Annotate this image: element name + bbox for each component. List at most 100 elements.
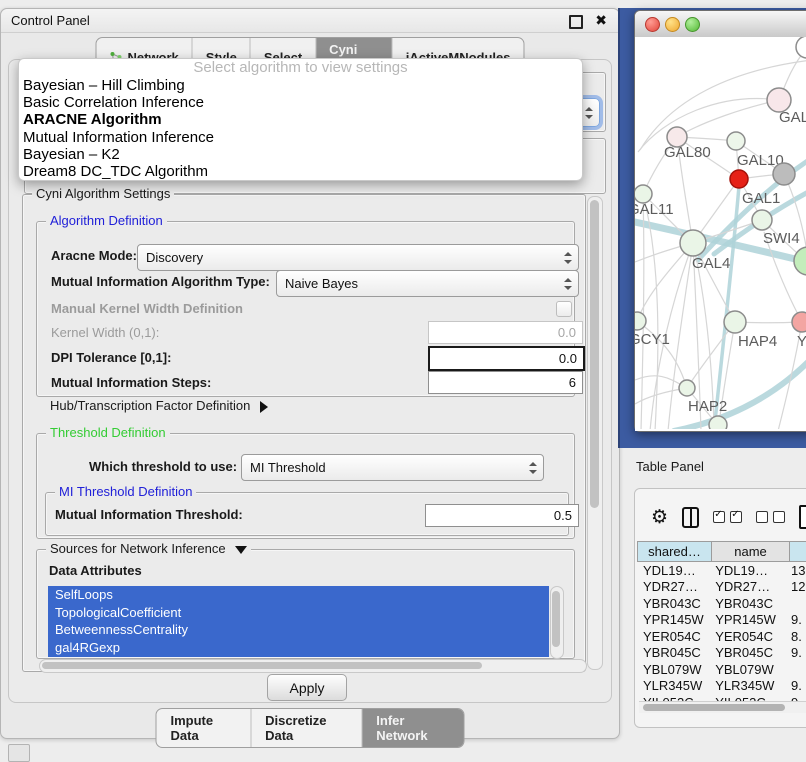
- network-node[interactable]: [796, 37, 806, 58]
- deselect-all-icon[interactable]: [756, 511, 785, 523]
- table-cell: 9.: [785, 612, 806, 627]
- expander-expanded-icon: [235, 546, 247, 554]
- new-column-icon[interactable]: [799, 505, 806, 529]
- algorithm-option[interactable]: Mutual Information Inference: [19, 129, 582, 146]
- close-icon[interactable]: [595, 12, 607, 29]
- combo-arrows-icon: [563, 252, 572, 264]
- scrollbar-thumb[interactable]: [643, 704, 785, 711]
- combo-arrows-icon: [563, 278, 572, 290]
- node-label: GAL4: [692, 255, 730, 272]
- tab-impute-data[interactable]: Impute Data: [157, 709, 251, 747]
- network-canvas[interactable]: GALGAL80GAL10GAL1GAL11SWI4GAL4GCY1HAP4YH…: [635, 37, 806, 431]
- group-title: Algorithm Definition: [46, 213, 167, 228]
- table-cell: YBR043C: [709, 596, 785, 611]
- hub-definition-expander[interactable]: Hub/Transcription Factor Definition: [50, 398, 268, 413]
- scrollbar-thumb[interactable]: [552, 591, 560, 647]
- table-row[interactable]: YBR045CYBR045C9.: [637, 645, 806, 662]
- data-attributes-label: Data Attributes: [49, 563, 142, 578]
- table-cell: YDR27…: [709, 579, 785, 594]
- settings-vscrollbar[interactable]: [587, 196, 603, 670]
- column-header-shared-name[interactable]: shared…: [637, 541, 711, 562]
- network-node[interactable]: [709, 416, 727, 429]
- algorithm-option[interactable]: Bayesian – K2: [19, 146, 582, 163]
- table-row[interactable]: YBR043CYBR043C: [637, 595, 806, 612]
- table-cell: YBR045C: [709, 645, 785, 660]
- network-window-titlebar[interactable]: [635, 11, 806, 38]
- attributes-scrollbar[interactable]: [550, 586, 564, 659]
- network-node-gal4[interactable]: [680, 230, 706, 256]
- combo-value: Discovery: [146, 250, 203, 265]
- mi-threshold-definition-group: MI Threshold Definition Mutual Informati…: [45, 492, 569, 536]
- kernel-width-field: 0.0: [428, 321, 583, 344]
- algorithm-option[interactable]: ARACNE Algorithm: [19, 111, 582, 128]
- tab-discretize-data[interactable]: Discretize Data: [250, 709, 361, 747]
- network-node-gcy1[interactable]: [635, 312, 646, 330]
- minimize-traffic-light-icon[interactable]: [665, 17, 680, 32]
- settings-hscrollbar[interactable]: [39, 659, 587, 673]
- column-header-name[interactable]: name: [711, 541, 789, 562]
- close-traffic-light-icon[interactable]: [645, 17, 660, 32]
- table-row[interactable]: YIL052CYIL052C9: [637, 694, 806, 701]
- data-attribute-item[interactable]: SelfLoops: [48, 586, 549, 604]
- network-node-swi4[interactable]: [752, 210, 772, 230]
- data-attribute-item[interactable]: gal4RGexp: [48, 639, 549, 657]
- network-node-hap4[interactable]: [724, 311, 746, 333]
- dpi-tolerance-field[interactable]: 0.0: [428, 346, 585, 371]
- algorithm-dropdown-placeholder: Select algorithm to view settings: [19, 59, 582, 77]
- scrollbar-thumb[interactable]: [42, 662, 482, 669]
- table-row[interactable]: YDR27…YDR27…12: [637, 579, 806, 596]
- table-hscrollbar[interactable]: [639, 701, 806, 713]
- bottom-tabbar: Impute Data Discretize Data Infer Networ…: [156, 708, 465, 748]
- select-all-icon[interactable]: [713, 511, 742, 523]
- table-cell: YDL19…: [709, 563, 785, 578]
- tab-infer-network[interactable]: Infer Network: [361, 709, 463, 747]
- expander-collapsed-icon: [260, 401, 268, 413]
- apply-button[interactable]: Apply: [267, 674, 347, 701]
- table-panel-title: Table Panel: [636, 459, 704, 474]
- network-node-y[interactable]: [792, 312, 806, 332]
- table-cell: YBL079W: [637, 662, 709, 677]
- node-label: GCY1: [635, 331, 670, 348]
- table-cell: YDR27…: [637, 579, 709, 594]
- data-attribute-item[interactable]: BetweennessCentrality: [48, 621, 549, 639]
- gear-icon[interactable]: [651, 508, 668, 527]
- node-label: GAL: [779, 109, 806, 126]
- table-row[interactable]: YPR145WYPR145W9.: [637, 612, 806, 629]
- aracne-mode-combobox[interactable]: Discovery: [137, 244, 579, 271]
- manual-kernel-label: Manual Kernel Width Definition: [51, 301, 243, 316]
- cyni-algorithm-settings-group: Cyni Algorithm Settings Algorithm Defini…: [22, 194, 586, 672]
- network-node[interactable]: [773, 163, 795, 185]
- network-graph: GALGAL80GAL10GAL1GAL11SWI4GAL4GCY1HAP4YH…: [635, 37, 806, 429]
- control-panel-title: Control Panel: [11, 13, 90, 28]
- algorithm-option[interactable]: Basic Correlation Inference: [19, 94, 582, 111]
- table-cell: YDL19…: [637, 563, 709, 578]
- table-row[interactable]: YDL19…YDL19…13: [637, 562, 806, 579]
- column-header-clipped[interactable]: A: [789, 541, 806, 562]
- mi-type-combobox[interactable]: Naive Bayes: [276, 270, 579, 297]
- table-row[interactable]: YBL079WYBL079W: [637, 661, 806, 678]
- mi-threshold-label: Mutual Information Threshold:: [55, 507, 243, 522]
- table-cell: YLR345W: [637, 678, 709, 693]
- algorithm-option[interactable]: Bayesian – Hill Climbing: [19, 77, 582, 94]
- columns-icon[interactable]: [682, 507, 699, 528]
- network-node-hap2[interactable]: [679, 380, 695, 396]
- network-node-gal10[interactable]: [727, 132, 745, 150]
- table-row[interactable]: YLR345WYLR345W9.: [637, 678, 806, 695]
- table-row[interactable]: YER054CYER054C8.: [637, 628, 806, 645]
- data-attributes-list[interactable]: SelfLoopsTopologicalCoefficientBetweenne…: [48, 586, 549, 657]
- mi-threshold-field[interactable]: 0.5: [425, 504, 579, 527]
- zoom-traffic-light-icon[interactable]: [685, 17, 700, 32]
- float-window-icon[interactable]: [569, 15, 583, 29]
- table-cell: 9.: [785, 678, 806, 693]
- which-threshold-combobox[interactable]: MI Threshold: [241, 454, 544, 481]
- control-panel-titlebar[interactable]: Control Panel: [1, 9, 619, 33]
- collapsed-panel-button[interactable]: [8, 744, 30, 762]
- mi-steps-field[interactable]: 6: [428, 371, 583, 394]
- data-attribute-item[interactable]: TopologicalCoefficient: [48, 604, 549, 622]
- node-label: GAL1: [742, 190, 780, 207]
- manual-kernel-checkbox[interactable]: [556, 301, 572, 317]
- network-node-gal1[interactable]: [730, 170, 748, 188]
- algorithm-option[interactable]: Dream8 DC_TDC Algorithm: [19, 163, 582, 180]
- table-cell: YPR145W: [637, 612, 709, 627]
- scrollbar-thumb[interactable]: [590, 200, 599, 508]
